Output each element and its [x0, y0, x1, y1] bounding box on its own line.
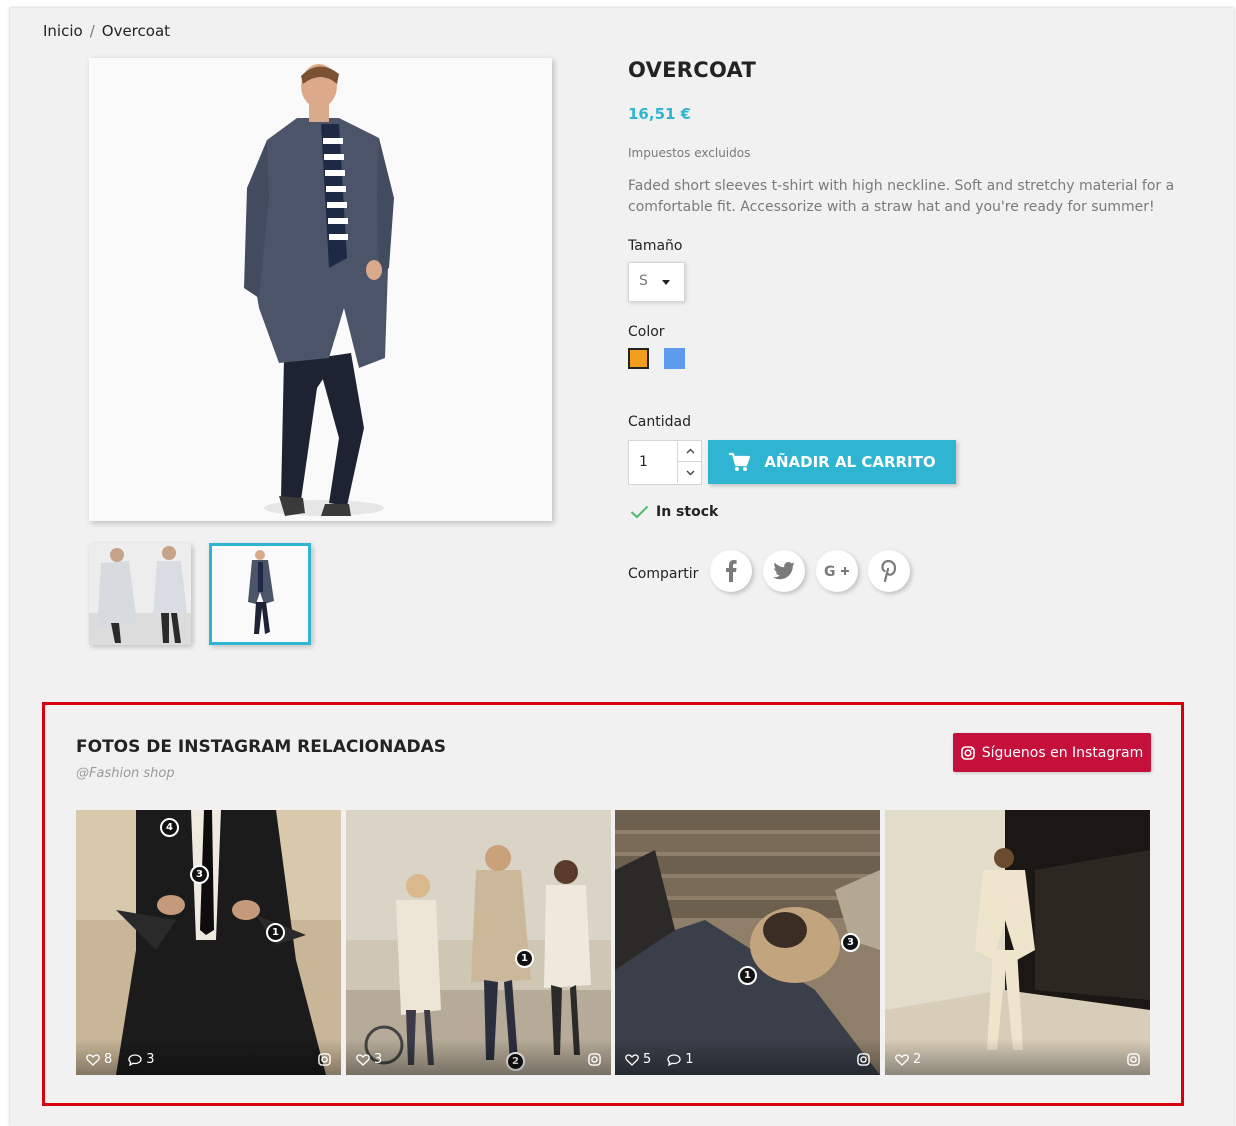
- photo-stats: 2: [895, 1052, 921, 1067]
- quantity-decrease-button[interactable]: [677, 462, 702, 483]
- svg-text:G: G: [824, 564, 836, 579]
- likes-count: 5: [643, 1052, 652, 1067]
- product-title: OVERCOAT: [628, 58, 757, 82]
- share-pinterest-button[interactable]: [868, 550, 910, 592]
- product-tag-marker[interactable]: 1: [515, 949, 534, 968]
- color-swatch-orange[interactable]: [628, 348, 649, 369]
- likes-count: 2: [913, 1052, 922, 1067]
- heart-icon: [356, 1053, 370, 1066]
- follow-instagram-label: Síguenos en Instagram: [981, 744, 1144, 761]
- product-price: 16,51 €: [628, 105, 692, 123]
- size-select[interactable]: S: [628, 262, 685, 302]
- share-label: Compartir: [628, 566, 699, 582]
- quantity-input[interactable]: 1: [639, 454, 648, 470]
- comments-count: 3: [146, 1052, 155, 1067]
- product-page: Inicio / Overcoat OVERCOAT 16,51 € Impue…: [10, 8, 1234, 1126]
- color-label: Color: [628, 324, 665, 340]
- photo-overlay: [885, 1039, 1150, 1075]
- photo-stats: 5 1: [625, 1052, 694, 1067]
- product-main-image[interactable]: [89, 58, 552, 521]
- stock-label: In stock: [656, 504, 719, 520]
- instagram-icon: [960, 745, 975, 760]
- breadcrumb-separator: /: [89, 22, 95, 40]
- heart-icon: [86, 1053, 100, 1066]
- photo-stats: 8 3: [86, 1052, 155, 1067]
- product-thumbnail-2-selected[interactable]: [209, 543, 311, 645]
- check-icon: [630, 505, 649, 519]
- photo-stats: 3: [356, 1052, 382, 1067]
- shopping-cart-icon: [729, 452, 751, 471]
- color-swatch-blue[interactable]: [664, 348, 685, 369]
- instagram-photo-2[interactable]: 1 2 3: [346, 810, 611, 1075]
- breadcrumb-home-link[interactable]: Inicio: [43, 22, 83, 40]
- instagram-icon: [1127, 1053, 1140, 1066]
- instagram-photo-1[interactable]: 4 3 1 8 3: [76, 810, 341, 1075]
- comments-count: 1: [685, 1052, 694, 1067]
- share-googleplus-button[interactable]: G: [816, 550, 858, 592]
- share-twitter-button[interactable]: [763, 550, 805, 592]
- chevron-down-icon: [686, 470, 694, 475]
- instagram-related-photos-section: FOTOS DE INSTAGRAM RELACIONADAS @Fashion…: [42, 702, 1184, 1106]
- heart-icon: [625, 1053, 639, 1066]
- instagram-icon: [857, 1053, 870, 1066]
- photo-overlay: [346, 1039, 611, 1075]
- likes-count: 8: [104, 1052, 113, 1067]
- product-thumbnail-1[interactable]: [89, 543, 191, 645]
- follow-instagram-button[interactable]: Síguenos en Instagram: [953, 733, 1151, 772]
- breadcrumb: Inicio / Overcoat: [43, 22, 170, 40]
- likes-count: 3: [374, 1052, 383, 1067]
- quantity-stepper: 1: [628, 440, 702, 485]
- comment-icon: [667, 1053, 681, 1066]
- size-label: Tamaño: [628, 238, 683, 254]
- instagram-icon: [588, 1053, 601, 1066]
- caret-down-icon: [662, 280, 670, 285]
- size-select-value: S: [639, 273, 648, 289]
- product-tag-marker[interactable]: 3: [841, 933, 860, 952]
- instagram-icon: [318, 1053, 331, 1066]
- twitter-icon: [773, 562, 795, 580]
- product-tag-marker[interactable]: 4: [160, 818, 179, 837]
- heart-icon: [895, 1053, 909, 1066]
- chevron-up-icon: [686, 448, 694, 454]
- share-facebook-button[interactable]: [710, 550, 752, 592]
- stock-status: In stock: [630, 504, 718, 520]
- breadcrumb-current: Overcoat: [101, 22, 171, 40]
- google-plus-icon: G: [824, 564, 849, 579]
- instagram-account-name: @Fashion shop: [76, 766, 175, 781]
- pinterest-icon: [881, 560, 897, 582]
- quantity-label: Cantidad: [628, 414, 691, 430]
- quantity-increase-button[interactable]: [677, 441, 702, 462]
- instagram-photo-3[interactable]: 3 1 5 1: [615, 810, 880, 1075]
- comment-icon: [128, 1053, 142, 1066]
- product-description: Faded short sleeves t-shirt with high ne…: [628, 178, 1175, 215]
- add-to-cart-button[interactable]: AÑADIR AL CARRITO: [708, 440, 956, 484]
- product-tag-marker[interactable]: 3: [190, 865, 209, 884]
- product-tag-marker[interactable]: 1: [266, 923, 285, 942]
- product-tag-marker[interactable]: 1: [738, 966, 757, 985]
- facebook-icon: [726, 560, 737, 582]
- tax-note: Impuestos excluidos: [628, 146, 751, 160]
- add-to-cart-label: AÑADIR AL CARRITO: [764, 453, 936, 471]
- instagram-section-title: FOTOS DE INSTAGRAM RELACIONADAS: [76, 737, 447, 757]
- instagram-photo-4[interactable]: 2: [885, 810, 1150, 1075]
